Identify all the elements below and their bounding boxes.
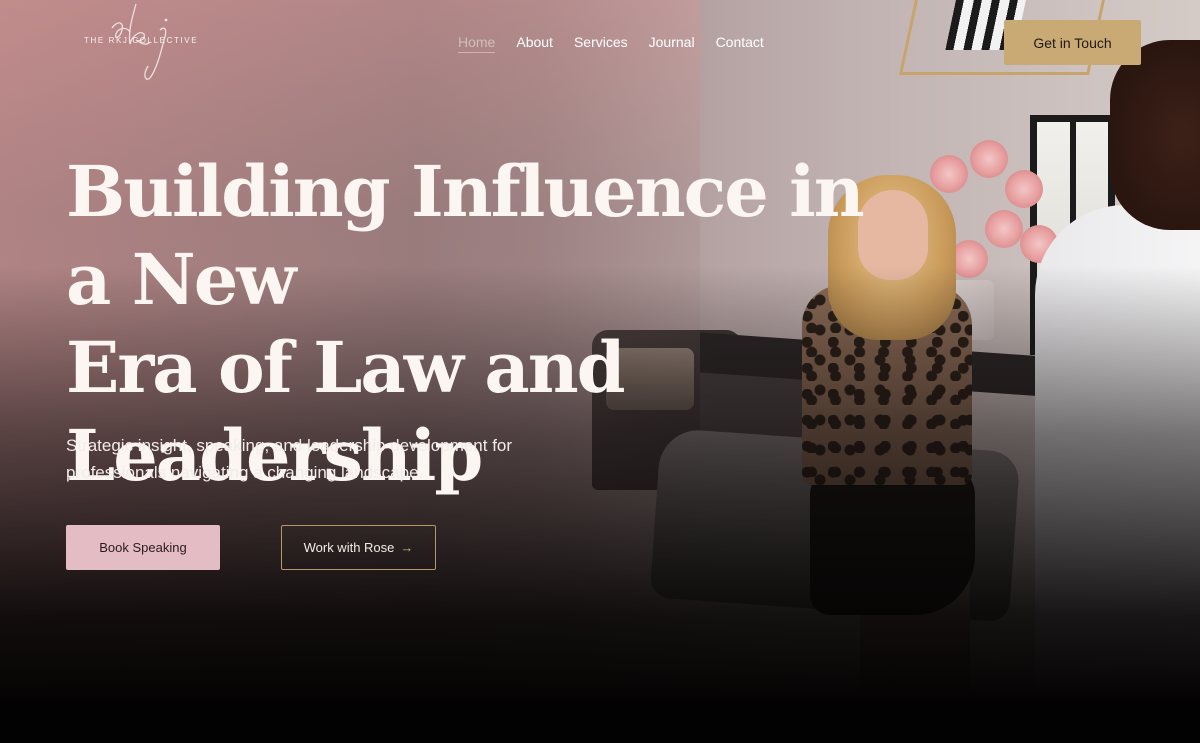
book-speaking-button[interactable]: Book Speaking <box>66 525 220 570</box>
arrow-right-icon: → <box>400 540 414 555</box>
page-bottom-strip <box>0 700 1200 743</box>
brand-name: THE RKJ COLLECTIVE <box>84 36 199 45</box>
main-nav: Home About Services Journal Contact <box>458 33 764 53</box>
hero-subtext: Strategic insight, speaking, and leaders… <box>66 432 566 486</box>
nav-journal[interactable]: Journal <box>649 33 695 53</box>
nav-home[interactable]: Home <box>458 33 496 53</box>
subtext-line-1: Strategic insight, speaking, and leaders… <box>66 436 513 455</box>
subtext-line-2: professionals navigating a changing land… <box>66 463 424 482</box>
work-with-rose-button[interactable]: Work with Rose → <box>281 525 436 570</box>
get-in-touch-button[interactable]: Get in Touch <box>1004 20 1141 65</box>
headline-line-1: Building Influence in a New <box>66 150 865 321</box>
work-with-rose-label: Work with Rose <box>303 540 395 555</box>
hero-section: THE RKJ COLLECTIVE Home About Services J… <box>0 0 1200 700</box>
nav-contact[interactable]: Contact <box>716 33 764 53</box>
nav-about[interactable]: About <box>516 33 553 53</box>
nav-services[interactable]: Services <box>574 33 628 53</box>
